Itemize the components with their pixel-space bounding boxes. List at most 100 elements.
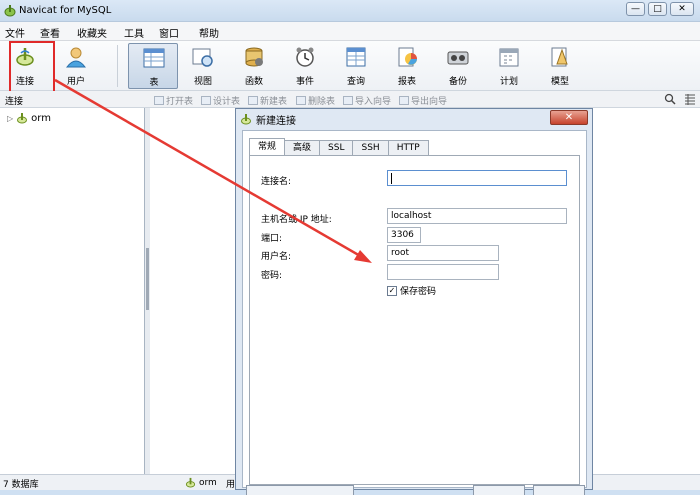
new-connection-dialog: 新建连接 ✕ 常规 高级 SSL SSH HTTP 连接名: 主机名或 IP 地… bbox=[235, 108, 593, 495]
query-label: 查询 bbox=[346, 77, 365, 87]
tab-ssh[interactable]: SSH bbox=[352, 140, 389, 155]
import-wizard-icon bbox=[343, 96, 353, 105]
toolbar-separator bbox=[117, 45, 118, 87]
window-title: Navicat for MySQL bbox=[19, 5, 112, 16]
close-window-button[interactable]: ✕ bbox=[670, 2, 694, 16]
cancel-button[interactable] bbox=[533, 485, 585, 495]
status-extra: 用 bbox=[226, 480, 236, 490]
password-input[interactable] bbox=[387, 264, 499, 280]
view-icon bbox=[192, 48, 213, 67]
function-label: 函数 bbox=[244, 77, 263, 87]
menu-view[interactable]: 查看 bbox=[40, 25, 60, 40]
connection-tree-panel: ▷ orm bbox=[0, 108, 145, 474]
function-icon bbox=[245, 47, 263, 67]
menu-favorites[interactable]: 收藏夹 bbox=[77, 25, 107, 40]
port-label: 端口: bbox=[261, 234, 283, 244]
search-icon[interactable] bbox=[664, 93, 676, 105]
ok-button[interactable] bbox=[473, 485, 525, 495]
event-label: 事件 bbox=[295, 77, 314, 87]
view-button[interactable]: 视图 bbox=[181, 43, 225, 89]
menu-window[interactable]: 窗口 bbox=[159, 25, 179, 40]
schedule-button[interactable]: 计划 bbox=[487, 43, 531, 89]
new-table-icon bbox=[248, 96, 258, 105]
delete-table-icon bbox=[296, 96, 306, 105]
user-icon bbox=[65, 47, 87, 68]
maximize-button[interactable]: □ bbox=[648, 2, 667, 16]
title-bar: Navicat for MySQL — □ ✕ bbox=[0, 0, 700, 22]
status-connection: orm bbox=[185, 477, 217, 488]
navicat-app-icon bbox=[4, 5, 16, 17]
design-table-action[interactable]: 设计表 bbox=[201, 94, 240, 107]
dialog-title: 新建连接 bbox=[256, 115, 296, 127]
schedule-icon bbox=[499, 48, 519, 67]
backup-label: 备份 bbox=[448, 77, 467, 87]
menu-file[interactable]: 文件 bbox=[5, 25, 25, 40]
test-connection-button[interactable] bbox=[246, 485, 354, 495]
function-button[interactable]: 函数 bbox=[232, 43, 276, 89]
user-button[interactable]: 用户 bbox=[54, 43, 98, 89]
report-icon bbox=[398, 47, 417, 67]
report-button[interactable]: 报表 bbox=[385, 43, 429, 89]
save-password-checkbox[interactable]: ✓ bbox=[387, 285, 397, 296]
table-button[interactable]: 表 bbox=[128, 43, 178, 89]
view-label: 视图 bbox=[193, 77, 212, 87]
connection-icon bbox=[185, 477, 196, 488]
splitter-grip[interactable] bbox=[146, 248, 149, 310]
connection-panel-label: 连接 bbox=[5, 97, 24, 107]
open-table-action[interactable]: 打开表 bbox=[154, 94, 193, 107]
query-button[interactable]: 查询 bbox=[334, 43, 378, 89]
save-password-row[interactable]: ✓ 保存密码 bbox=[387, 284, 436, 297]
report-label: 报表 bbox=[397, 77, 416, 87]
tab-ssl[interactable]: SSL bbox=[319, 140, 354, 155]
new-table-action[interactable]: 新建表 bbox=[248, 94, 287, 107]
event-icon bbox=[296, 47, 314, 67]
export-wizard-icon bbox=[399, 96, 409, 105]
import-wizard-action[interactable]: 导入向导 bbox=[343, 94, 391, 107]
event-button[interactable]: 事件 bbox=[283, 43, 327, 89]
host-label: 主机名或 IP 地址: bbox=[261, 215, 332, 225]
tree-item-connection[interactable]: ▷ orm bbox=[7, 112, 51, 124]
username-input[interactable]: root bbox=[387, 245, 499, 261]
open-table-icon bbox=[154, 96, 164, 105]
menu-bar: 文件 查看 收藏夹 工具 窗口 帮助 bbox=[0, 22, 700, 41]
password-label: 密码: bbox=[261, 271, 283, 281]
save-password-label: 保存密码 bbox=[400, 287, 437, 297]
backup-icon bbox=[447, 51, 469, 65]
table-icon bbox=[143, 48, 165, 68]
model-button[interactable]: 模型 bbox=[538, 43, 582, 89]
dialog-tabs: 常规 高级 SSL SSH HTTP bbox=[249, 138, 429, 155]
tab-http[interactable]: HTTP bbox=[387, 140, 429, 155]
host-input[interactable]: localhost bbox=[387, 208, 567, 224]
connection-icon bbox=[17, 113, 28, 124]
model-label: 模型 bbox=[550, 77, 569, 87]
delete-table-action[interactable]: 删除表 bbox=[296, 94, 335, 107]
username-label: 用户名: bbox=[261, 252, 292, 262]
model-icon bbox=[551, 47, 568, 67]
connection-highlight-box bbox=[9, 41, 55, 95]
general-tab-panel: 连接名: 主机名或 IP 地址: localhost 端口: 3306 用户名:… bbox=[249, 155, 580, 485]
user-label: 用户 bbox=[66, 77, 85, 87]
backup-button[interactable]: 备份 bbox=[436, 43, 480, 89]
text-caret bbox=[391, 173, 392, 184]
object-toolbar: 连接 打开表 设计表 新建表 删除表 导入向导 导出向导 bbox=[0, 91, 700, 108]
tab-advanced[interactable]: 高级 bbox=[284, 140, 321, 155]
dialog-body: 常规 高级 SSL SSH HTTP 连接名: 主机名或 IP 地址: loca… bbox=[242, 130, 587, 488]
schedule-label: 计划 bbox=[499, 77, 518, 87]
dialog-title-bar: 新建连接 bbox=[240, 111, 296, 127]
dialog-close-button[interactable]: ✕ bbox=[550, 110, 588, 125]
table-label: 表 bbox=[149, 78, 159, 88]
database-count: 7 数据库 bbox=[3, 480, 39, 490]
menu-tools[interactable]: 工具 bbox=[124, 25, 144, 40]
connection-name-label: 连接名: bbox=[261, 177, 292, 187]
port-input[interactable]: 3306 bbox=[387, 227, 421, 243]
tab-general[interactable]: 常规 bbox=[249, 138, 286, 155]
menu-help[interactable]: 帮助 bbox=[199, 25, 219, 40]
grid-icon[interactable] bbox=[684, 93, 696, 105]
minimize-button[interactable]: — bbox=[626, 2, 645, 16]
query-icon bbox=[346, 47, 366, 67]
tree-item-label: orm bbox=[31, 112, 51, 124]
expand-arrow-icon[interactable]: ▷ bbox=[7, 114, 13, 123]
connection-name-input[interactable] bbox=[387, 170, 567, 186]
connection-icon bbox=[241, 114, 251, 125]
export-wizard-action[interactable]: 导出向导 bbox=[399, 94, 447, 107]
